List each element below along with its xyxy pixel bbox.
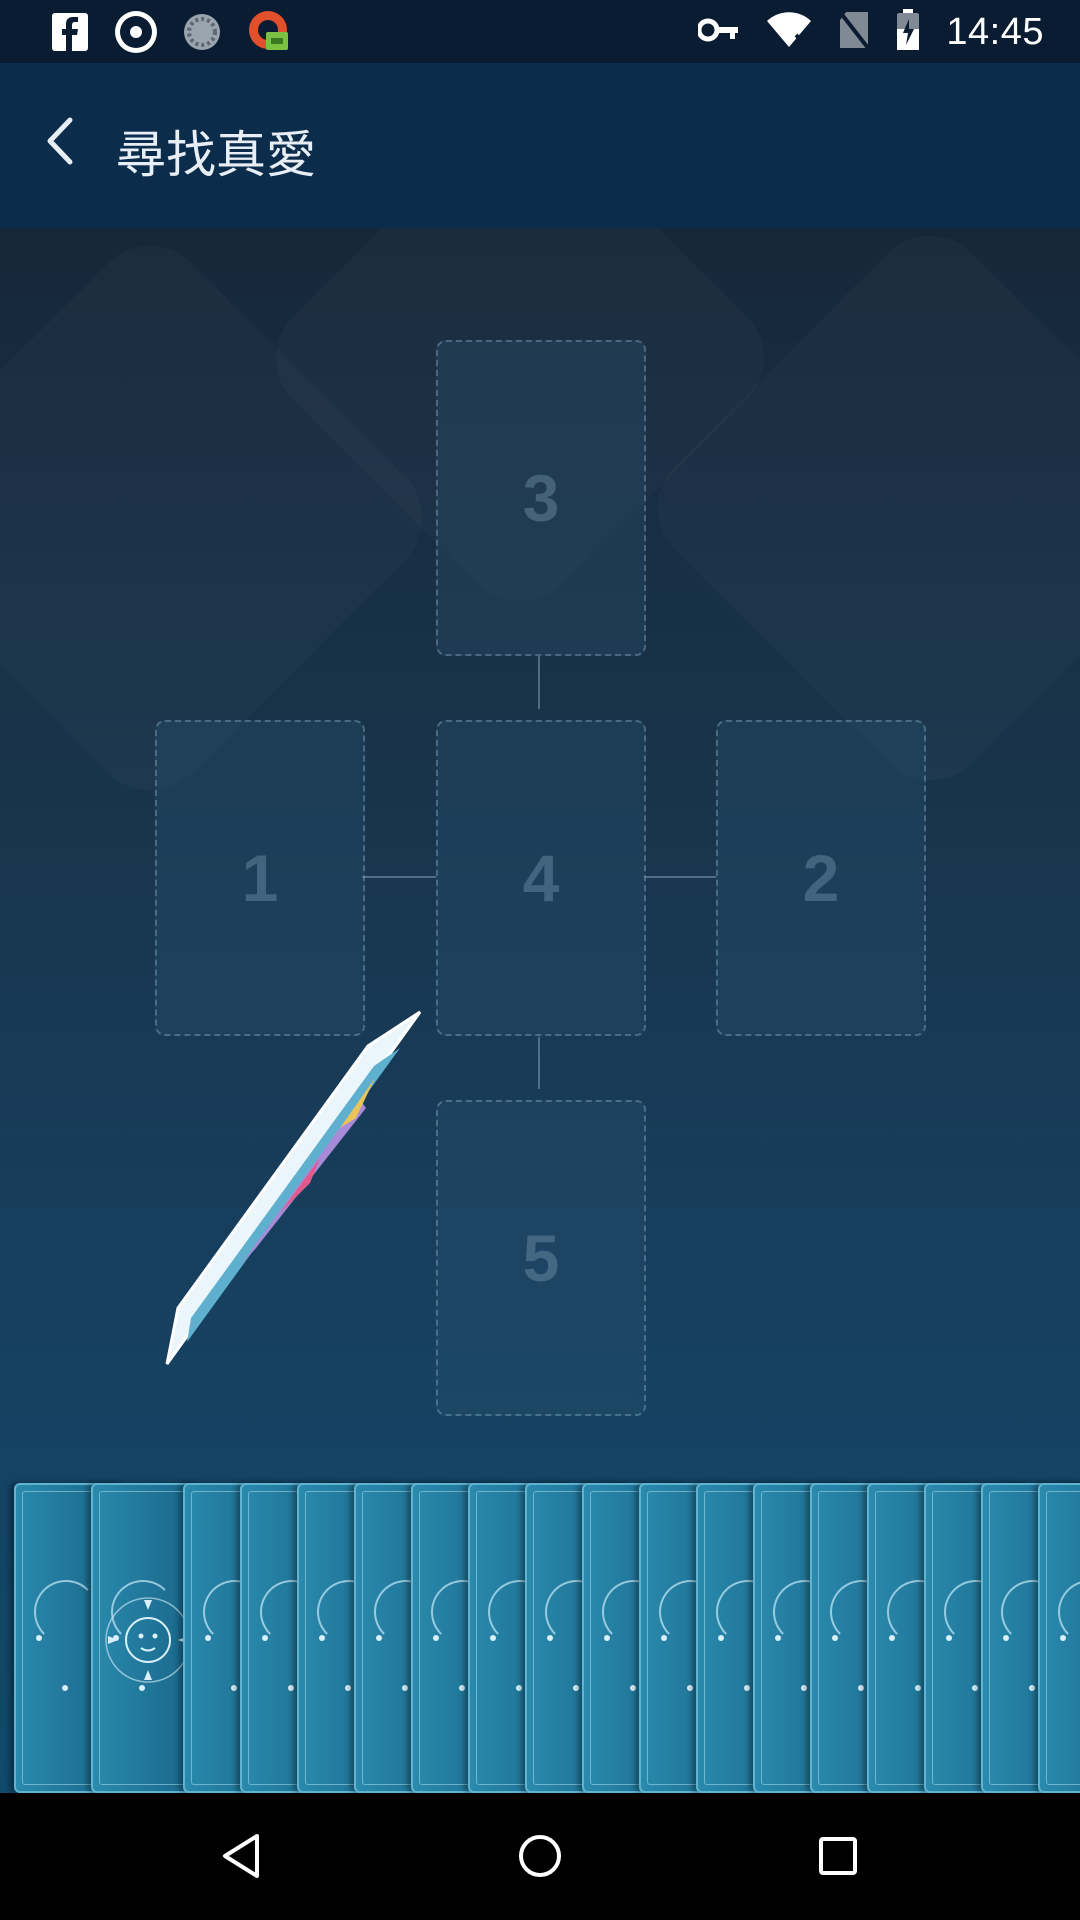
card-ornament-dot <box>744 1685 750 1691</box>
card-ornament-dot <box>288 1685 294 1691</box>
connector-line <box>362 876 436 878</box>
card-ornament-dot <box>547 1635 553 1641</box>
card-slot-1[interactable]: 1 <box>155 720 365 1036</box>
card-ornament-dot <box>402 1685 408 1691</box>
deck-card[interactable] <box>1038 1483 1080 1793</box>
card-ornament-dot <box>231 1685 237 1691</box>
no-sim-icon <box>838 10 870 55</box>
card-ornament-dot <box>915 1685 921 1691</box>
slot-number: 2 <box>802 841 840 915</box>
sync-spinner-icon <box>180 10 224 54</box>
sun-face-icon <box>105 1597 191 1683</box>
card-ornament-dot <box>459 1685 465 1691</box>
chevron-left-icon <box>44 116 76 171</box>
card-ornament-dot <box>205 1635 211 1641</box>
card-slot-2[interactable]: 2 <box>716 720 926 1036</box>
card-ornament-dot <box>62 1685 68 1691</box>
card-ornament-dot <box>801 1685 807 1691</box>
nav-recents-button[interactable] <box>803 1823 873 1893</box>
card-ornament-dot <box>832 1635 838 1641</box>
nav-back-button[interactable] <box>206 1823 276 1893</box>
card-ornament-dot <box>630 1685 636 1691</box>
facebook-icon <box>48 10 92 54</box>
card-ornament-dot <box>1003 1635 1009 1641</box>
card-ornament-dot <box>687 1685 693 1691</box>
card-slot-5[interactable]: 5 <box>436 1100 646 1416</box>
card-ornament-dot <box>1029 1685 1035 1691</box>
slot-number: 4 <box>522 841 560 915</box>
card-ornament-dot <box>604 1635 610 1641</box>
tarot-board: 3 1 4 2 5 <box>0 228 1080 1793</box>
recents-square-icon <box>818 1836 858 1881</box>
system-icons: 14:45 <box>696 6 1044 58</box>
card-ornament-dot <box>858 1685 864 1691</box>
card-ornament-dot <box>775 1635 781 1641</box>
battery-charging-icon <box>896 8 920 56</box>
back-button[interactable] <box>30 113 90 173</box>
flying-tarot-card <box>165 1010 422 1365</box>
card-ornament-dot <box>972 1685 978 1691</box>
card-ornament-dot <box>718 1635 724 1641</box>
connector-line <box>538 656 540 709</box>
vpn-key-icon <box>696 18 740 47</box>
card-ornament-dot <box>1060 1635 1066 1641</box>
vpn-app-icon <box>246 10 290 54</box>
notification-icons <box>48 8 290 56</box>
slot-number: 5 <box>522 1221 560 1295</box>
card-slot-3[interactable]: 3 <box>436 340 646 656</box>
card-ornament-dot <box>661 1635 667 1641</box>
app-bar: 尋找真愛 <box>0 63 1080 228</box>
card-ornament-dot <box>376 1635 382 1641</box>
connector-line <box>644 876 716 878</box>
page-title: 尋找真愛 <box>116 126 316 184</box>
card-ornament-dot <box>433 1635 439 1641</box>
card-ornament-dot <box>573 1685 579 1691</box>
home-circle-icon <box>517 1833 563 1884</box>
slot-number: 3 <box>522 461 560 535</box>
card-ornament-dot <box>36 1635 42 1641</box>
connector-line <box>538 1037 540 1089</box>
card-deck[interactable] <box>0 1483 1080 1793</box>
card-ornament-dot <box>889 1635 895 1641</box>
card-ornament-dot <box>262 1635 268 1641</box>
card-ornament <box>34 1580 98 1644</box>
nav-home-button[interactable] <box>505 1823 575 1893</box>
card-ornament-dot <box>345 1685 351 1691</box>
card-ornament-dot <box>516 1685 522 1691</box>
shutter-app-icon <box>114 10 158 54</box>
status-bar: 14:45 <box>0 0 1080 63</box>
navigation-bar <box>0 1793 1080 1920</box>
slot-number: 1 <box>241 841 279 915</box>
card-ornament-dot <box>319 1635 325 1641</box>
card-slot-4[interactable]: 4 <box>436 720 646 1036</box>
status-time: 14:45 <box>946 10 1044 53</box>
back-triangle-icon <box>219 1832 263 1885</box>
card-ornament-dot <box>490 1635 496 1641</box>
card-ornament-dot <box>946 1635 952 1641</box>
wifi-off-icon <box>766 11 812 54</box>
